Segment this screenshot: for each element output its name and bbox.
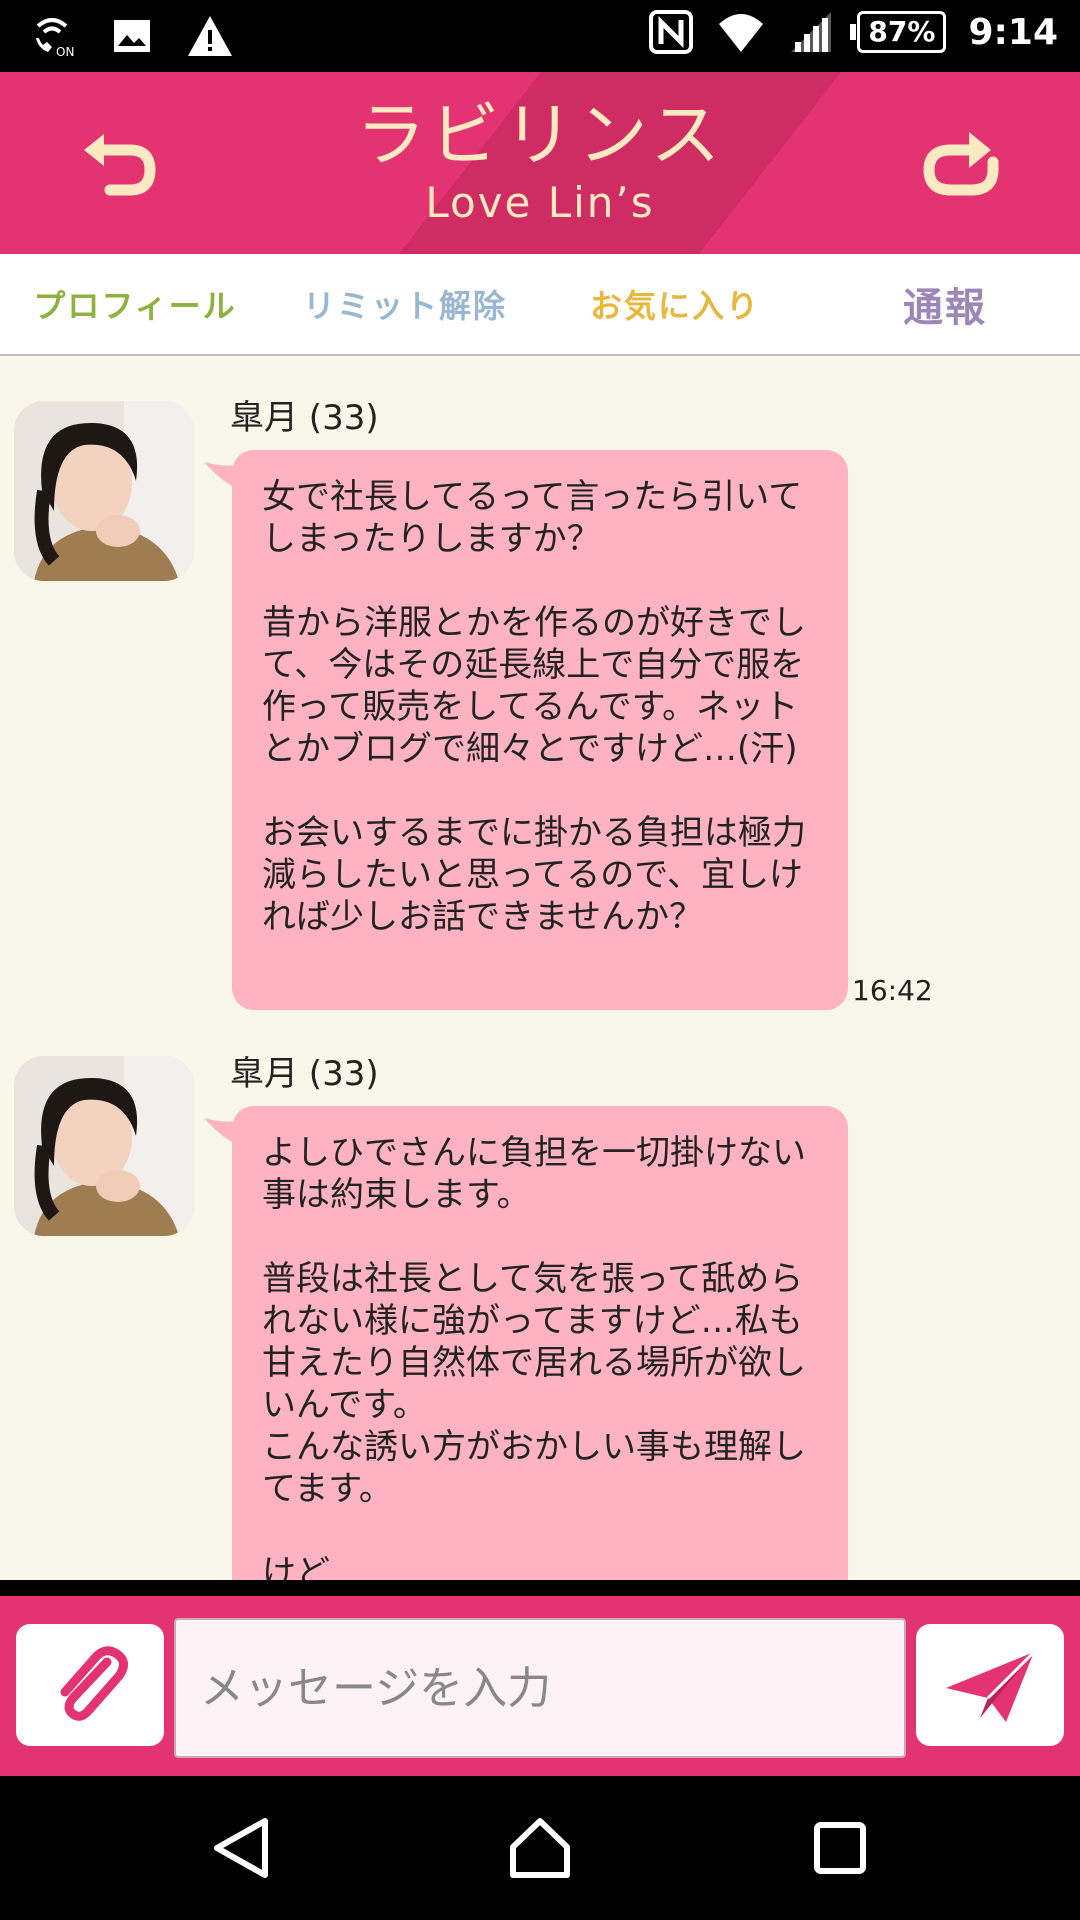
signal-icon xyxy=(791,12,832,52)
warning-icon xyxy=(188,16,232,56)
message-bubble[interactable]: 女で社長してるって言ったら引いてしまったりしますか？ 昔から洋服とかを作るのが好… xyxy=(232,450,848,1010)
wifi-calling-on-icon: ON xyxy=(36,18,74,59)
app-title: ラビリンス xyxy=(355,94,725,176)
wifi-icon xyxy=(719,14,764,52)
message-input[interactable] xyxy=(174,1618,906,1758)
nav-recent-apps-button[interactable] xyxy=(798,1806,882,1890)
clock: 9:14 xyxy=(968,11,1058,53)
send-button[interactable] xyxy=(916,1624,1064,1746)
sender-name: 皐月 (33) xyxy=(230,1054,379,1094)
avatar[interactable] xyxy=(14,401,194,581)
tab-profile[interactable]: プロフィール xyxy=(0,281,270,327)
message-input-bar xyxy=(0,1596,1080,1776)
square-recents-icon xyxy=(814,1822,866,1874)
undo-arrow-icon xyxy=(84,134,156,196)
paperclip-icon xyxy=(60,1646,128,1721)
chat-area[interactable]: 皐月 (33) 女で社長してるって言ったら引いてしまったりしますか？ 昔から洋服… xyxy=(0,356,1080,1580)
triangle-back-icon xyxy=(214,1818,268,1878)
attach-button[interactable] xyxy=(16,1624,164,1746)
nav-home-button[interactable] xyxy=(498,1806,582,1890)
message-time: 16:42 xyxy=(852,974,933,1007)
app-logo: ラビリンス Love Lin’s xyxy=(340,92,740,228)
svg-text:ON: ON xyxy=(56,45,74,59)
sender-name: 皐月 (33) xyxy=(230,398,379,438)
system-nav-bar xyxy=(0,1776,1080,1920)
nav-back-button[interactable] xyxy=(200,1806,284,1890)
image-icon xyxy=(114,20,150,52)
paper-plane-icon xyxy=(946,1650,1036,1722)
battery-level: 87% xyxy=(868,15,936,48)
tab-bar: プロフィール リミット解除 お気に入り 通報 xyxy=(0,254,1080,356)
tab-favorite[interactable]: お気に入り xyxy=(540,281,810,327)
avatar-photo xyxy=(14,401,194,581)
battery-indicator: 87% xyxy=(850,11,947,53)
back-button[interactable] xyxy=(70,112,170,212)
reload-arrow-icon xyxy=(923,132,999,196)
reload-button[interactable] xyxy=(910,112,1010,212)
avatar-photo xyxy=(14,1056,194,1236)
tab-limit-release[interactable]: リミット解除 xyxy=(270,281,540,327)
app-subtitle: Love Lin’s xyxy=(425,178,655,227)
home-icon xyxy=(510,1818,570,1878)
app-header: ラビリンス Love Lin’s xyxy=(0,72,1080,254)
avatar[interactable] xyxy=(14,1056,194,1236)
nfc-icon xyxy=(649,10,694,54)
message-bubble[interactable]: よしひでさんに負担を一切掛けない事は約束します。 普段は社長として気を張って舐め… xyxy=(232,1106,848,1580)
status-bar: ON 87% 9:14 xyxy=(0,0,1080,72)
tab-report[interactable]: 通報 xyxy=(810,275,1080,333)
